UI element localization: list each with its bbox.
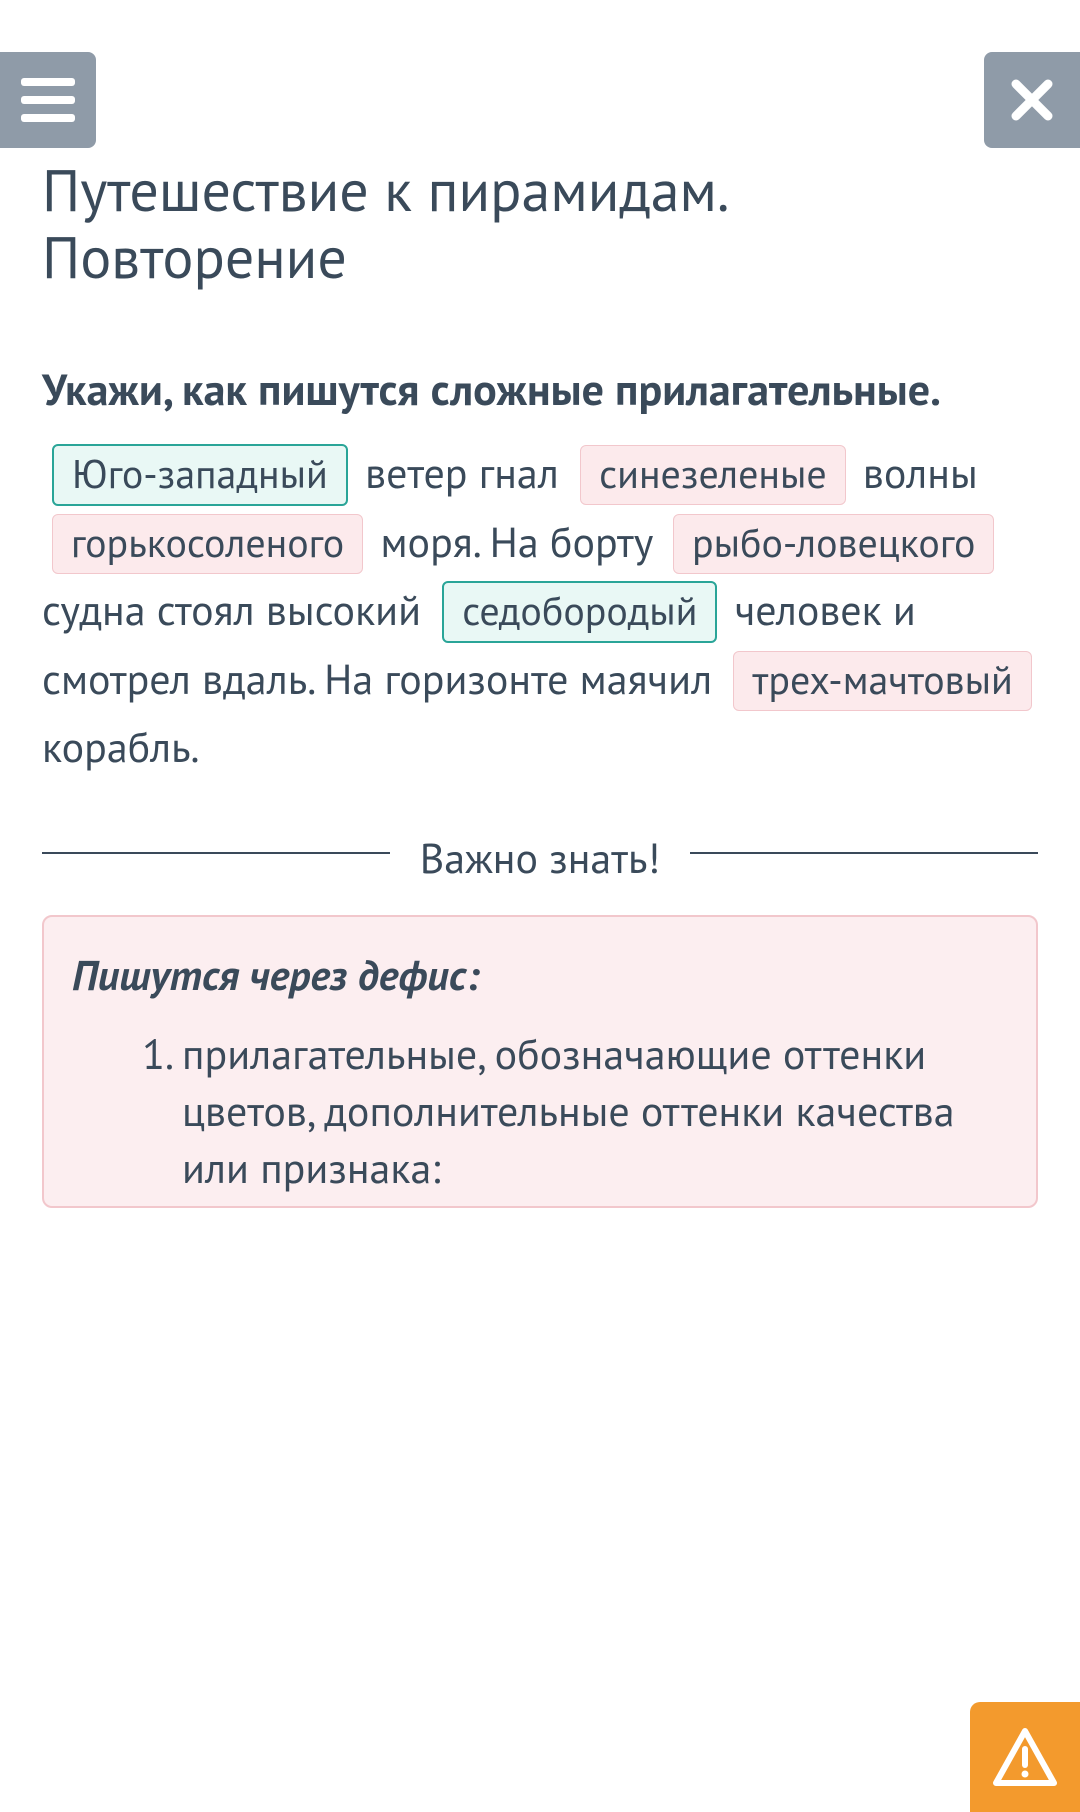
exercise-text: ветер гнал bbox=[354, 445, 570, 500]
page-title: Путешествие к пирамидам. Повторение bbox=[42, 158, 1038, 291]
answer-chip-correct[interactable]: Юго-западный bbox=[52, 444, 348, 506]
close-button[interactable] bbox=[984, 52, 1080, 148]
warning-icon bbox=[992, 1727, 1058, 1787]
divider-line bbox=[690, 852, 1038, 854]
report-button[interactable] bbox=[970, 1702, 1080, 1812]
exercise-instruction: Укажи, как пишутся сложные прилагательны… bbox=[42, 361, 1038, 418]
answer-chip-wrong[interactable]: горькосоленого bbox=[52, 514, 363, 574]
answer-chip-wrong[interactable]: рыбо-ловецкого bbox=[673, 514, 994, 574]
menu-button[interactable] bbox=[0, 52, 96, 148]
exercise-text: волны bbox=[852, 445, 978, 500]
info-list-item: прилагательные, обозначающие оттенки цве… bbox=[182, 1026, 1008, 1196]
info-box-title: Пишутся через дефис: bbox=[72, 947, 1008, 1002]
main-content: Путешествие к пирамидам. Повторение Укаж… bbox=[0, 158, 1080, 1208]
answer-chip-correct[interactable]: седобородый bbox=[442, 581, 717, 643]
exercise-body: Юго-западный ветер гнал синезеленые волн… bbox=[42, 439, 1038, 781]
hamburger-icon bbox=[21, 78, 75, 122]
section-divider: Важно знать! bbox=[42, 831, 1038, 886]
exercise-text: корабль. bbox=[42, 719, 200, 774]
info-list: прилагательные, обозначающие оттенки цве… bbox=[72, 1026, 1008, 1196]
top-bar bbox=[0, 0, 1080, 148]
divider-label: Важно знать! bbox=[420, 831, 661, 886]
answer-chip-wrong[interactable]: трех-мачтовый bbox=[733, 651, 1031, 711]
answer-chip-wrong[interactable]: синезеленые bbox=[580, 445, 846, 505]
exercise-text: моря. На борту bbox=[369, 514, 663, 569]
exercise-text: судна стоял высокий bbox=[42, 582, 432, 637]
divider-line bbox=[42, 852, 390, 854]
close-icon bbox=[1010, 78, 1054, 122]
info-box: Пишутся через дефис: прилагательные, обо… bbox=[42, 915, 1038, 1208]
